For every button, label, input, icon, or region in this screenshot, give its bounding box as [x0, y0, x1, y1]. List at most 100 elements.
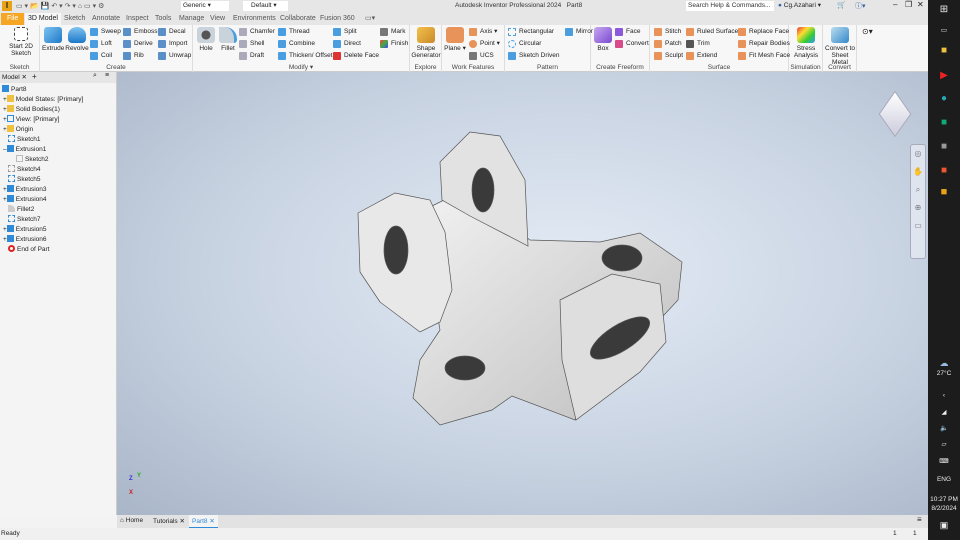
derive-button[interactable]: Derive — [123, 38, 153, 49]
unwrap-button[interactable]: Unwrap — [158, 50, 191, 61]
network-icon[interactable]: ◢ — [928, 408, 960, 416]
tree-item[interactable]: + Extrusion4 — [3, 195, 47, 205]
close-button[interactable]: ✕ — [917, 0, 924, 9]
user-account[interactable]: ● Cg.Azahari ▾ — [778, 1, 821, 11]
delete-face-button[interactable]: Delete Face — [333, 50, 379, 61]
finish-button[interactable]: Finish — [380, 38, 408, 49]
tree-item[interactable]: + Extrusion5 — [3, 225, 47, 235]
material-select[interactable]: Generic ▾ — [181, 1, 229, 11]
tree-item[interactable]: Sketch2 — [16, 155, 49, 165]
tree-item[interactable]: – Extrusion1 — [3, 145, 46, 155]
tree-item[interactable]: Fillet2 — [8, 205, 34, 215]
tab-3d-model[interactable]: 3D Model — [25, 13, 61, 25]
loft-button[interactable]: Loft — [90, 38, 112, 49]
revolve-button[interactable]: Revolve — [65, 27, 89, 52]
repair-bodies-button[interactable]: Repair Bodies — [738, 38, 790, 49]
tab-environments[interactable]: Environments — [230, 13, 279, 25]
tab-view[interactable]: View — [207, 13, 228, 25]
app-logo[interactable]: I — [2, 1, 12, 11]
convert-to-sheet-metal-button[interactable]: Convert to Sheet Metal — [823, 27, 857, 66]
search-input[interactable]: Search Help & Commands... — [686, 1, 774, 11]
split-button[interactable]: Split — [333, 26, 357, 37]
battery-icon[interactable]: ▱ — [928, 440, 960, 448]
extrude-button[interactable]: Extrude — [42, 27, 64, 52]
tree-item[interactable]: + View: [Primary] — [3, 115, 59, 125]
task-view-icon[interactable]: ▭ — [928, 26, 960, 34]
import-button[interactable]: Import — [158, 38, 187, 49]
tree-item-part8[interactable]: Part8 — [2, 85, 27, 95]
group-label[interactable]: Modify ▾ — [193, 63, 409, 71]
stress-analysis-button[interactable]: Stress Analysis — [790, 27, 822, 59]
language[interactable]: ENG — [928, 476, 960, 483]
thicken-offset-button[interactable]: Thicken/ Offset — [278, 50, 333, 61]
keyboard-icon[interactable]: ⌨ — [928, 457, 960, 465]
clock-time[interactable]: 10:27 PM — [928, 496, 960, 503]
tab-part8[interactable]: Part8 ✕ — [189, 515, 218, 528]
tab-file[interactable]: File — [1, 13, 25, 25]
cart-icon[interactable]: 🛒 — [837, 1, 846, 9]
search-icon[interactable]: ⌕ — [93, 72, 97, 80]
emboss-button[interactable]: Emboss — [123, 26, 157, 37]
restore-button[interactable]: ❐ — [905, 0, 912, 9]
fillet-button[interactable]: Fillet — [218, 27, 238, 52]
direct-button[interactable]: Direct — [333, 38, 361, 49]
combine-button[interactable]: Combine — [278, 38, 315, 49]
tree-item[interactable]: Sketch4 — [8, 165, 41, 175]
fit-mesh-face-button[interactable]: Fit Mesh Face — [738, 50, 790, 61]
edge-icon[interactable]: ● — [928, 93, 960, 104]
youtube-icon[interactable]: ▶ — [928, 70, 960, 81]
mark-button[interactable]: Mark — [380, 26, 405, 37]
minimize-button[interactable]: – — [893, 0, 897, 9]
start-2d-sketch-button[interactable]: Start 2D Sketch — [4, 27, 38, 57]
inventor-icon[interactable]: ■ — [928, 186, 960, 198]
office-icon[interactable]: ■ — [928, 165, 960, 176]
tab-model[interactable]: Model ✕ — [2, 73, 27, 81]
volume-icon[interactable]: 🔈 — [928, 424, 960, 432]
decal-button[interactable]: Decal — [158, 26, 186, 37]
plane-button[interactable]: Plane ▾ — [444, 27, 466, 52]
tree-item[interactable]: Sketch5 — [8, 175, 41, 185]
weather-icon[interactable]: ☁ — [928, 358, 960, 369]
rectangular-pattern-button[interactable]: Rectangular — [508, 26, 554, 37]
tree-item[interactable]: + Solid Bodies(1) — [3, 105, 60, 115]
help-icon[interactable]: ⓘ▾ — [855, 1, 866, 11]
face-button[interactable]: Face — [615, 26, 640, 37]
tab-collaborate[interactable]: Collaborate — [277, 13, 319, 25]
trim-button[interactable]: Trim — [686, 38, 710, 49]
ribbon-options-icon[interactable]: ⊙▾ — [862, 27, 873, 36]
tab-manage[interactable]: Manage — [176, 13, 207, 25]
tab-home[interactable]: ⌂ Home — [120, 517, 143, 524]
convert-button[interactable]: Convert — [615, 38, 649, 49]
add-tab-icon[interactable]: + — [32, 72, 37, 81]
tab-options-icon[interactable]: ▭▾ — [362, 13, 378, 25]
tabs-menu-icon[interactable]: ≡ — [917, 515, 922, 524]
temperature[interactable]: 27°C — [928, 370, 960, 377]
circular-pattern-button[interactable]: Circular — [508, 38, 541, 49]
rib-button[interactable]: Rib — [123, 50, 144, 61]
sketch-driven-pattern-button[interactable]: Sketch Driven — [508, 50, 559, 61]
tab-tutorials[interactable]: Tutorials ✕ — [153, 517, 185, 525]
navigation-bar[interactable]: ◎ ✋ ⌕ ⊕ ▭ — [910, 144, 926, 259]
sweep-button[interactable]: Sweep — [90, 26, 121, 37]
point-button[interactable]: Point ▾ — [469, 38, 500, 49]
chamfer-button[interactable]: Chamfer — [239, 26, 275, 37]
patch-button[interactable]: Patch — [654, 38, 682, 49]
tree-item[interactable]: Sketch7 — [8, 215, 41, 225]
excel-icon[interactable]: ■ — [928, 117, 960, 128]
appearance-select[interactable]: Default ▾ — [243, 1, 288, 11]
extend-button[interactable]: Extend — [686, 50, 717, 61]
tab-tools[interactable]: Tools — [152, 13, 174, 25]
file-explorer-icon[interactable]: ■ — [928, 45, 960, 56]
sculpt-button[interactable]: Sculpt — [654, 50, 683, 61]
hole-button[interactable]: Hole — [195, 27, 217, 52]
stitch-button[interactable]: Stitch — [654, 26, 681, 37]
chevron-left-icon[interactable]: ‹ — [928, 392, 960, 399]
tab-inspect[interactable]: Inspect — [123, 13, 152, 25]
coil-button[interactable]: Coil — [90, 50, 112, 61]
mirror-button[interactable]: Mirror — [565, 26, 593, 37]
tree-item[interactable]: + Extrusion3 — [3, 185, 47, 195]
tab-sketch[interactable]: Sketch — [61, 13, 88, 25]
quick-access-toolbar[interactable]: ▭ ▾ 📂 💾 ↶ ▾ ↷ ▾ ⌂ ▭ ▾ ⚙ — [16, 2, 176, 10]
shape-generator-button[interactable]: Shape Generator — [411, 27, 441, 59]
replace-face-button[interactable]: Replace Face — [738, 26, 789, 37]
